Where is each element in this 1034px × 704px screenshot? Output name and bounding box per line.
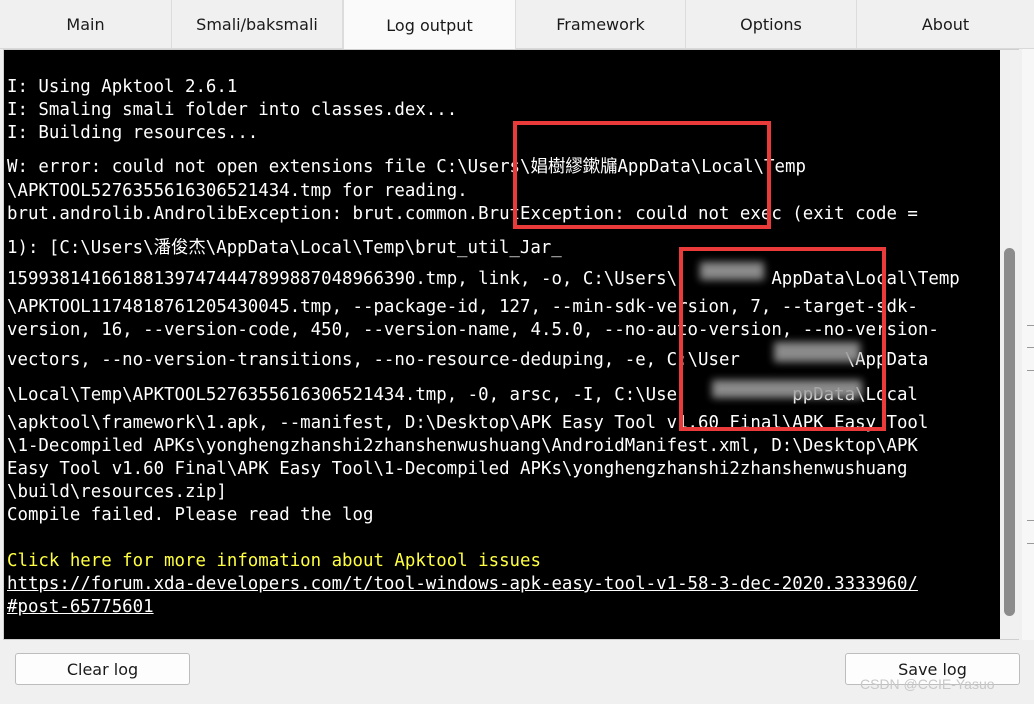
button-label: Clear log	[66, 659, 139, 679]
log-line: Easy Tool v1.60 Final\APK Easy Tool\1-De…	[7, 459, 908, 479]
log-line: \1-Decompiled APKs\yonghengzhanshi2zhans…	[7, 436, 918, 456]
tab-about[interactable]: About	[857, 0, 1034, 48]
log-line: I: Using Apktool 2.6.1	[7, 77, 238, 97]
forum-url-link[interactable]: https://forum.xda-developers.com/t/tool-…	[7, 574, 918, 594]
annotation-highlight-box	[513, 121, 771, 229]
tab-label: About	[921, 14, 970, 34]
log-line: I: Smaling smali folder into classes.dex…	[7, 100, 458, 120]
tab-options[interactable]: Options	[686, 0, 857, 48]
tab-smali-baksmali[interactable]: Smali/baksmali	[172, 0, 343, 48]
clear-log-button[interactable]: Clear log	[15, 653, 190, 685]
apktool-info-link[interactable]: Click here for more infomation about Apk…	[7, 551, 541, 571]
log-line: 1): [C:\Users\潘俊杰\AppData\Local\Temp\bru…	[7, 238, 562, 258]
edge-tick	[1027, 347, 1034, 348]
tab-log-output[interactable]: Log output	[343, 0, 516, 50]
log-line: I: Building resources...	[7, 123, 259, 143]
tab-label: Smali/baksmali	[196, 14, 318, 34]
edge-tick	[1027, 325, 1034, 326]
log-line: Compile failed. Please read the log	[7, 505, 374, 525]
log-output-panel[interactable]: I: Using Apktool 2.6.1 I: Smaling smali …	[3, 49, 1020, 640]
tab-label: Log output	[386, 15, 473, 35]
tab-framework[interactable]: Framework	[516, 0, 686, 48]
log-line: brut.androlib.AndrolibException: brut.co…	[7, 204, 918, 224]
log-scrollbar[interactable]	[1000, 50, 1020, 639]
log-line: \APKTOOL5276355616306521434.tmp for read…	[7, 181, 468, 201]
edge-tick	[1027, 370, 1034, 371]
tab-label: Framework	[556, 14, 645, 34]
annotation-highlight-box	[679, 247, 886, 431]
tab-main[interactable]: Main	[0, 0, 172, 48]
forum-url-link-continued[interactable]: #post-65775601	[7, 597, 154, 617]
edge-tick	[1027, 520, 1034, 521]
watermark: CSDN @CCIE-Yasuo	[860, 676, 995, 692]
tab-label: Options	[740, 14, 802, 34]
tab-bar: Main Smali/baksmali Log output Framework…	[0, 0, 1034, 50]
scrollbar-thumb[interactable]	[1004, 248, 1015, 616]
edge-tick	[1027, 543, 1034, 544]
tab-label: Main	[66, 14, 105, 34]
window-edge	[1022, 49, 1034, 640]
log-line: \build\resources.zip]	[7, 482, 227, 502]
